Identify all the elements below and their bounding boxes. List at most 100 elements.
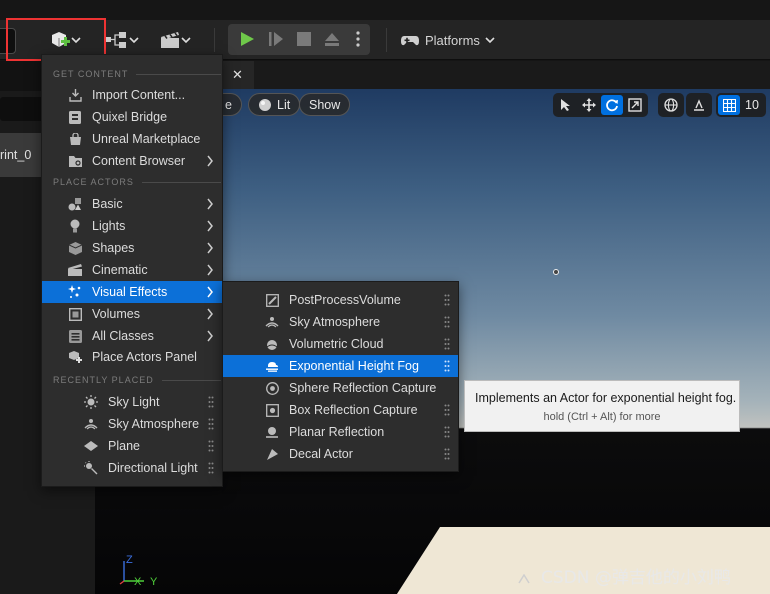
transform-tools [553, 93, 648, 117]
menu-item-label: Box Reflection Capture [289, 403, 418, 417]
drag-handle-icon[interactable] [208, 418, 214, 430]
menu-item-label: Plane [108, 439, 140, 453]
chevron-right-icon [207, 308, 213, 320]
import-icon [68, 88, 82, 102]
menu-item-label: Sky Atmosphere [289, 315, 381, 329]
submenu-item-postprocess-volume[interactable]: PostProcessVolume [223, 289, 458, 311]
chevron-right-icon [207, 155, 213, 167]
menu-item-label: Exponential Height Fog [289, 359, 419, 373]
sparkles-icon [68, 285, 82, 299]
menu-item-quixel-bridge[interactable]: Quixel Bridge [42, 106, 222, 128]
world-space-button[interactable] [660, 95, 682, 115]
submenu-item-volumetric-cloud[interactable]: Volumetric Cloud [223, 333, 458, 355]
drag-handle-icon[interactable] [444, 338, 450, 350]
menu-item-sky-light[interactable]: Sky Light [42, 391, 222, 413]
snap-icon [694, 99, 704, 111]
surface-snapping-toggle[interactable] [686, 93, 712, 117]
lit-mode-button[interactable]: Lit [248, 93, 301, 116]
grid-icon [722, 98, 736, 112]
sky-atmosphere-icon [84, 417, 98, 431]
chevron-right-icon [207, 220, 213, 232]
outliner-row-label: rint_0 [0, 148, 32, 162]
menu-item-volumes[interactable]: Volumes [42, 303, 222, 325]
grid-snap-value: 10 [745, 98, 759, 112]
axis-gizmo: Z X Y [119, 554, 158, 588]
postprocess-icon [265, 293, 279, 307]
blueprints-button[interactable] [104, 26, 140, 54]
menu-item-all-classes[interactable]: All Classes [42, 325, 222, 347]
cursor-icon [561, 99, 570, 111]
submenu-item-box-reflection-capture[interactable]: Box Reflection Capture [223, 399, 458, 421]
menu-item-place-actors-panel[interactable]: Place Actors Panel [42, 346, 222, 368]
menu-item-label: Content Browser [92, 154, 186, 168]
tooltip: Implements an Actor for exponential heig… [464, 380, 740, 432]
tooltip-hint: hold (Ctrl + Alt) for more [543, 411, 661, 423]
planar-reflection-icon [265, 425, 279, 439]
surface-snap-button[interactable] [688, 95, 710, 115]
watermark-icon [518, 574, 530, 584]
play-options-button[interactable] [350, 25, 366, 53]
tooltip-text: Implements an Actor for exponential heig… [475, 391, 737, 405]
advance-frame-button[interactable] [263, 25, 289, 53]
drag-handle-icon[interactable] [444, 448, 450, 460]
submenu-item-exponential-height-fog[interactable]: Exponential Height Fog [223, 355, 458, 377]
menu-item-content-browser[interactable]: Content Browser [42, 150, 222, 172]
menu-item-label: Import Content... [92, 88, 186, 102]
cinematics-button[interactable] [156, 26, 194, 54]
menu-item-import-content[interactable]: Import Content... [42, 84, 222, 106]
menu-item-label: Place Actors Panel [92, 350, 197, 364]
menu-item-unreal-marketplace[interactable]: Unreal Marketplace [42, 128, 222, 150]
menu-item-basic[interactable]: Basic [42, 193, 222, 215]
scale-icon [628, 98, 642, 112]
drag-handle-icon[interactable] [208, 440, 214, 452]
menu-item-visual-effects[interactable]: Visual Effects [42, 281, 222, 303]
chevron-right-icon [207, 286, 213, 298]
menu-item-lights[interactable]: Lights [42, 215, 222, 237]
move-tool[interactable] [578, 95, 600, 115]
menu-item-shapes[interactable]: Shapes [42, 237, 222, 259]
coordinate-space-toggle[interactable] [658, 93, 684, 117]
menu-item-cinematic[interactable]: Cinematic [42, 259, 222, 281]
view-mode-label: e [225, 97, 232, 112]
drag-handle-icon[interactable] [444, 316, 450, 328]
visual-effects-submenu: PostProcessVolume Sky Atmosphere Volumet… [222, 281, 459, 472]
menu-item-plane[interactable]: Plane [42, 435, 222, 457]
submenu-item-planar-reflection[interactable]: Planar Reflection [223, 421, 458, 443]
submenu-item-sky-atmosphere[interactable]: Sky Atmosphere [223, 311, 458, 333]
drag-handle-icon[interactable] [444, 360, 450, 372]
rotate-tool[interactable] [601, 95, 623, 115]
drag-handle-icon[interactable] [444, 426, 450, 438]
scale-tool[interactable] [624, 95, 646, 115]
sky-light-icon [84, 395, 98, 409]
drag-handle-icon[interactable] [208, 462, 214, 474]
tab-close-icon[interactable]: ✕ [232, 67, 243, 83]
decal-icon [265, 447, 279, 461]
menu-item-directional-light[interactable]: Directional Light [42, 457, 222, 479]
drag-handle-icon[interactable] [444, 294, 450, 306]
menu-item-sky-atmosphere[interactable]: Sky Atmosphere [42, 413, 222, 435]
grid-snap-button[interactable] [718, 95, 740, 115]
eject-button[interactable] [319, 25, 345, 53]
drag-handle-icon[interactable] [444, 404, 450, 416]
submenu-item-sphere-reflection-capture[interactable]: Sphere Reflection Capture [223, 377, 458, 399]
platforms-label: Platforms [425, 32, 480, 48]
sphere-icon [259, 98, 271, 111]
play-button[interactable] [234, 25, 260, 53]
show-button[interactable]: Show [299, 93, 351, 116]
menu-item-label: Quixel Bridge [92, 110, 168, 124]
rotate-icon [606, 99, 618, 112]
move-icon [582, 98, 596, 112]
grid-snap-toggle[interactable]: 10 [716, 93, 766, 117]
skip-frame-icon [269, 32, 283, 46]
drag-handle-icon[interactable] [208, 396, 214, 408]
watermark: CSDN @弹吉他的小刘鸭 [541, 568, 731, 588]
platforms-button[interactable]: Platforms [400, 26, 495, 54]
play-controls [228, 24, 370, 55]
chevron-down-icon [485, 37, 495, 44]
class-list-icon [68, 329, 82, 343]
submenu-item-decal-actor[interactable]: Decal Actor [223, 443, 458, 465]
light-bulb-icon [68, 219, 82, 233]
stop-button[interactable] [291, 25, 317, 53]
section-place-actors: PLACE ACTORS [53, 175, 221, 189]
select-tool[interactable] [555, 95, 577, 115]
